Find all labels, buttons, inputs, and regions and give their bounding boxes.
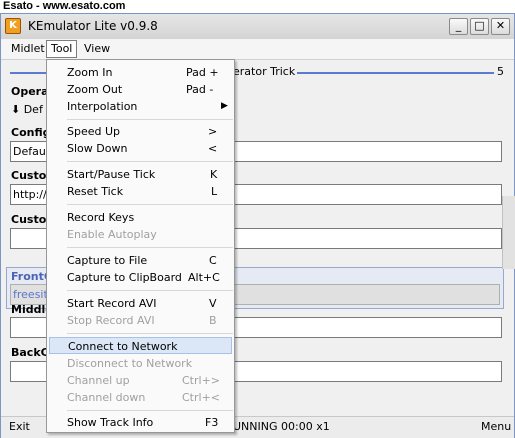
- menu-item-record-keys[interactable]: Record Keys: [47, 209, 234, 226]
- menu-item-show-track-info[interactable]: Show Track Info F3: [47, 414, 234, 431]
- submenu-arrow-icon: ▶: [221, 101, 228, 111]
- tool-menu-dropdown: Zoom In Pad + Zoom Out Pad - Interpolation…: [46, 59, 235, 433]
- menu-item-slow-down[interactable]: Slow Down <: [47, 140, 234, 157]
- menu-separator: [67, 333, 233, 334]
- window-title: KEmulator Lite v0.9.8: [28, 19, 158, 33]
- menu-separator: [67, 119, 233, 120]
- menu-item-zoom-in[interactable]: Zoom In Pad +: [47, 64, 234, 81]
- minimize-button[interactable]: _: [449, 18, 468, 35]
- back-label: BackC: [11, 346, 49, 359]
- menu-view[interactable]: View: [80, 41, 114, 57]
- slider-value: 5: [497, 65, 504, 78]
- operator-selection[interactable]: ⬇ Def: [11, 103, 43, 116]
- menu-separator: [67, 161, 233, 162]
- slider-label: erator Trick: [231, 65, 298, 78]
- menu-separator: [67, 410, 233, 411]
- menu-item-enable-autoplay[interactable]: Enable Autoplay: [47, 226, 234, 243]
- menu-item-start-pause-tick[interactable]: Start/Pause Tick K: [47, 166, 234, 183]
- menu-item-channel-down[interactable]: Channel down Ctrl+<: [47, 389, 234, 406]
- menu-separator: [67, 247, 233, 248]
- source-banner: Esato - www.esato.com: [0, 0, 515, 13]
- menu-softkey[interactable]: Menu: [481, 417, 511, 437]
- app-logo-icon: K: [5, 18, 21, 34]
- menu-item-disconnect-to-network[interactable]: Disconnect to Network: [47, 355, 234, 372]
- menu-bar: Midlet Tool View: [1, 39, 514, 60]
- operator-label: Opera: [11, 85, 49, 98]
- menu-separator: [67, 290, 233, 291]
- exit-softkey[interactable]: Exit: [9, 417, 30, 437]
- menu-tool[interactable]: Tool: [46, 40, 78, 58]
- maximize-button[interactable]: □: [470, 18, 489, 35]
- menu-item-capture-to-file[interactable]: Capture to File C: [47, 252, 234, 269]
- config-label: Config: [11, 126, 51, 139]
- menu-separator: [67, 204, 233, 205]
- menu-item-stop-record-avi[interactable]: Stop Record AVI B: [47, 312, 234, 329]
- menu-item-channel-up[interactable]: Channel up Ctrl+>: [47, 372, 234, 389]
- menu-midlet[interactable]: Midlet: [7, 41, 49, 57]
- menu-item-connect-to-network[interactable]: Connect to Network: [49, 337, 232, 354]
- run-status: UNNING 00:00 x1: [233, 420, 330, 433]
- menu-item-start-record-avi[interactable]: Start Record AVI V: [47, 295, 234, 312]
- menu-item-speed-up[interactable]: Speed Up >: [47, 123, 234, 140]
- menu-item-interpolation[interactable]: Interpolation ▶: [47, 98, 234, 115]
- title-bar: K KEmulator Lite v0.9.8 _ □ ✕: [1, 14, 514, 40]
- menu-item-zoom-out[interactable]: Zoom Out Pad -: [47, 81, 234, 98]
- menu-item-capture-to-clipboard[interactable]: Capture to ClipBoard Alt+C: [47, 269, 234, 286]
- menu-item-reset-tick[interactable]: Reset Tick L: [47, 183, 234, 200]
- close-button[interactable]: ✕: [491, 18, 510, 35]
- vertical-scrollbar[interactable]: [502, 196, 515, 269]
